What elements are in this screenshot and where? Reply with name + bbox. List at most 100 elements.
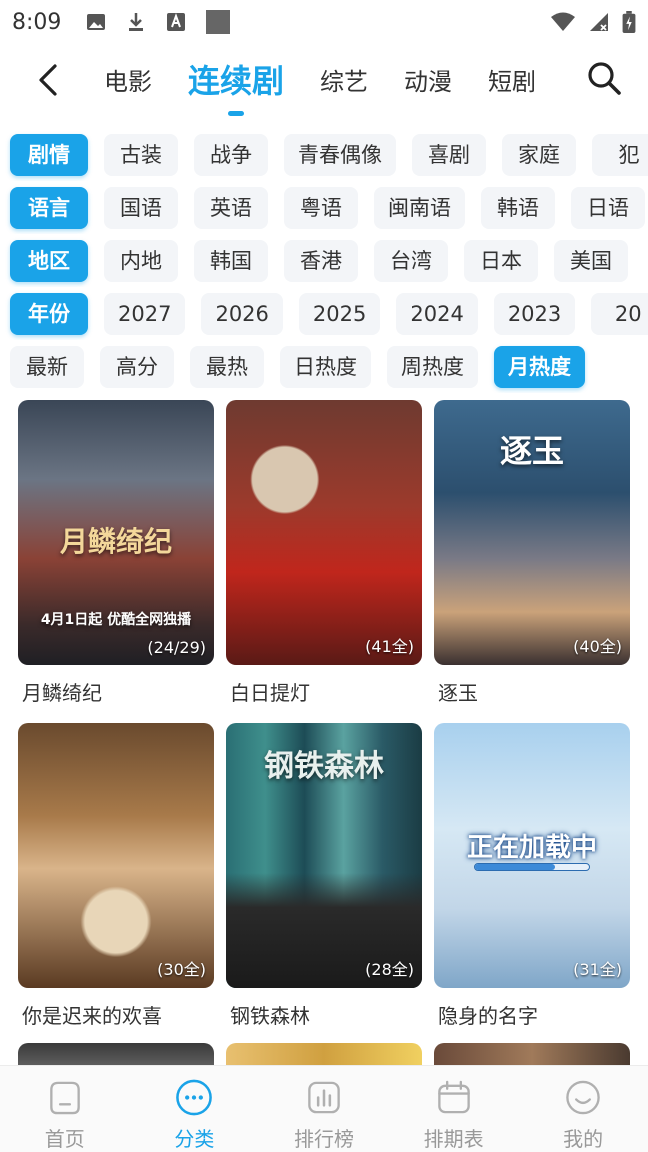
filter-row-year: 年份 2027 2026 2025 2024 2023 20 (0, 287, 648, 340)
tab-short-drama[interactable]: 短剧 (488, 62, 536, 97)
show-card[interactable]: 钢铁森林 (28全) 钢铁森林 (226, 723, 422, 1032)
filter-option[interactable]: 2023 (493, 292, 576, 335)
filter-label-region[interactable]: 地区 (10, 239, 88, 282)
filter-option[interactable]: 2024 (396, 292, 478, 335)
filter-option[interactable]: 战争 (194, 133, 268, 176)
nav-label: 我的 (563, 1127, 604, 1151)
sort-option-monthly[interactable]: 月热度 (494, 345, 585, 388)
nav-category[interactable]: 分类 (130, 1066, 260, 1152)
filter-option[interactable]: 青春偶像 (284, 133, 396, 176)
filter-label-genre[interactable]: 剧情 (10, 133, 88, 176)
filter-option[interactable]: 韩语 (481, 186, 555, 229)
show-title[interactable]: 白日提灯 (226, 665, 422, 709)
filter-option[interactable]: 喜剧 (412, 133, 486, 176)
show-card[interactable]: (30全) 你是迟来的欢喜 (18, 723, 214, 1032)
category-icon (176, 1079, 213, 1116)
calendar-icon (437, 1080, 470, 1114)
font-notification-icon (167, 13, 186, 31)
filter-option[interactable]: 粤语 (284, 186, 358, 229)
show-poster[interactable]: 钢铁森林 (28全) (226, 723, 422, 988)
show-poster[interactable]: 正在加载中 (31全) (434, 723, 630, 988)
search-icon[interactable] (586, 60, 622, 96)
nav-label: 排行榜 (293, 1127, 354, 1151)
category-tab-bar: 电影 连续剧 综艺 动漫 短剧 (0, 48, 648, 118)
show-card[interactable]: (41全) 白日提灯 (226, 400, 422, 709)
filter-option[interactable]: 英语 (194, 186, 268, 229)
episode-badge: (30全) (157, 960, 206, 979)
episode-badge: (24/29) (147, 638, 206, 657)
filter-panel: 剧情 古装 战争 青春偶像 喜剧 家庭 犯 语言 国语 英语 粤语 闽南语 韩语… (0, 128, 648, 393)
poster-footer-text: 4月1日起 优酷全网独播 (40, 612, 192, 628)
tab-tv-series[interactable]: 连续剧 (188, 56, 284, 116)
filter-option[interactable]: 20 (591, 292, 648, 335)
filter-label-year[interactable]: 年份 (10, 292, 88, 335)
ranking-icon (308, 1081, 340, 1114)
filter-option[interactable]: 日本 (464, 239, 538, 282)
show-poster[interactable]: (41全) (226, 400, 422, 665)
nav-profile[interactable]: 我的 (518, 1066, 648, 1152)
sort-option-top-rated[interactable]: 高分 (100, 345, 174, 388)
sort-option-latest[interactable]: 最新 (10, 345, 84, 388)
episode-badge: (40全) (573, 637, 622, 656)
filter-option[interactable]: 日语 (571, 186, 645, 229)
show-poster[interactable]: (30全) (18, 723, 214, 988)
nav-label: 排期表 (423, 1127, 484, 1151)
status-bar: 8:09 (0, 0, 648, 44)
sort-option-hottest[interactable]: 最热 (190, 345, 264, 388)
poster-title-art: 钢铁森林 (264, 749, 384, 784)
filter-row-genre: 剧情 古装 战争 青春偶像 喜剧 家庭 犯 (0, 128, 648, 181)
episode-badge: (41全) (365, 637, 414, 656)
filter-option[interactable]: 闽南语 (374, 186, 465, 229)
signal-icon (590, 13, 608, 31)
nav-ranking[interactable]: 排行榜 (259, 1066, 389, 1152)
filter-option[interactable]: 犯 (592, 133, 648, 176)
app-notification-icon (206, 10, 231, 34)
poster-title-art: 月鳞绮纪 (59, 525, 172, 558)
filter-label-language[interactable]: 语言 (10, 186, 88, 229)
loading-progress-fill (475, 864, 555, 870)
filter-option[interactable]: 国语 (104, 186, 178, 229)
sort-row: 最新 高分 最热 日热度 周热度 月热度 (0, 340, 648, 393)
show-poster[interactable]: 月鳞绮纪 4月1日起 优酷全网独播 (24/29) (18, 400, 214, 665)
episode-badge: (28全) (365, 960, 414, 979)
profile-icon (566, 1080, 600, 1115)
show-card[interactable]: 月鳞绮纪 4月1日起 优酷全网独播 (24/29) 月鳞绮纪 (18, 400, 214, 709)
filter-option[interactable]: 韩国 (194, 239, 268, 282)
battery-icon (622, 11, 636, 33)
wifi-icon (551, 12, 575, 31)
show-title[interactable]: 钢铁森林 (226, 988, 422, 1032)
show-card[interactable]: 逐玉 (40全) 逐玉 (434, 400, 630, 709)
show-title[interactable]: 逐玉 (434, 665, 630, 709)
filter-option[interactable]: 台湾 (374, 239, 448, 282)
filter-option[interactable]: 香港 (284, 239, 358, 282)
filter-option[interactable]: 2026 (201, 292, 283, 335)
back-arrow-icon[interactable] (32, 62, 68, 98)
tab-movie[interactable]: 电影 (104, 62, 152, 97)
image-notification-icon (87, 14, 106, 30)
status-time: 8:09 (12, 9, 62, 35)
filter-option[interactable]: 家庭 (502, 133, 576, 176)
show-title[interactable]: 月鳞绮纪 (18, 665, 214, 709)
loading-text: 正在加载中 (466, 833, 597, 863)
nav-schedule[interactable]: 排期表 (389, 1066, 519, 1152)
nav-home[interactable]: 首页 (0, 1066, 130, 1152)
filter-option[interactable]: 2027 (104, 292, 186, 335)
filter-option[interactable]: 2025 (298, 292, 381, 335)
filter-row-region: 地区 内地 韩国 香港 台湾 日本 美国 (0, 234, 648, 287)
bottom-navigation: 首页 分类 排行榜 排期表 我的 (0, 1065, 648, 1152)
sort-option-weekly[interactable]: 周热度 (387, 345, 478, 388)
filter-row-language: 语言 国语 英语 粤语 闽南语 韩语 日语 (0, 181, 648, 234)
nav-label: 首页 (44, 1127, 85, 1151)
tab-variety[interactable]: 综艺 (320, 62, 368, 97)
download-notification-icon (129, 13, 144, 31)
tab-anime[interactable]: 动漫 (404, 62, 452, 97)
show-title[interactable]: 你是迟来的欢喜 (18, 988, 214, 1032)
filter-option[interactable]: 内地 (104, 239, 178, 282)
show-poster[interactable]: 逐玉 (40全) (434, 400, 630, 665)
episode-badge: (31全) (573, 960, 622, 979)
filter-option[interactable]: 美国 (554, 239, 628, 282)
show-title[interactable]: 隐身的名字 (434, 988, 630, 1032)
show-card[interactable]: 正在加载中 (31全) 隐身的名字 (434, 723, 630, 1032)
sort-option-daily[interactable]: 日热度 (280, 345, 371, 388)
filter-option[interactable]: 古装 (104, 133, 178, 176)
